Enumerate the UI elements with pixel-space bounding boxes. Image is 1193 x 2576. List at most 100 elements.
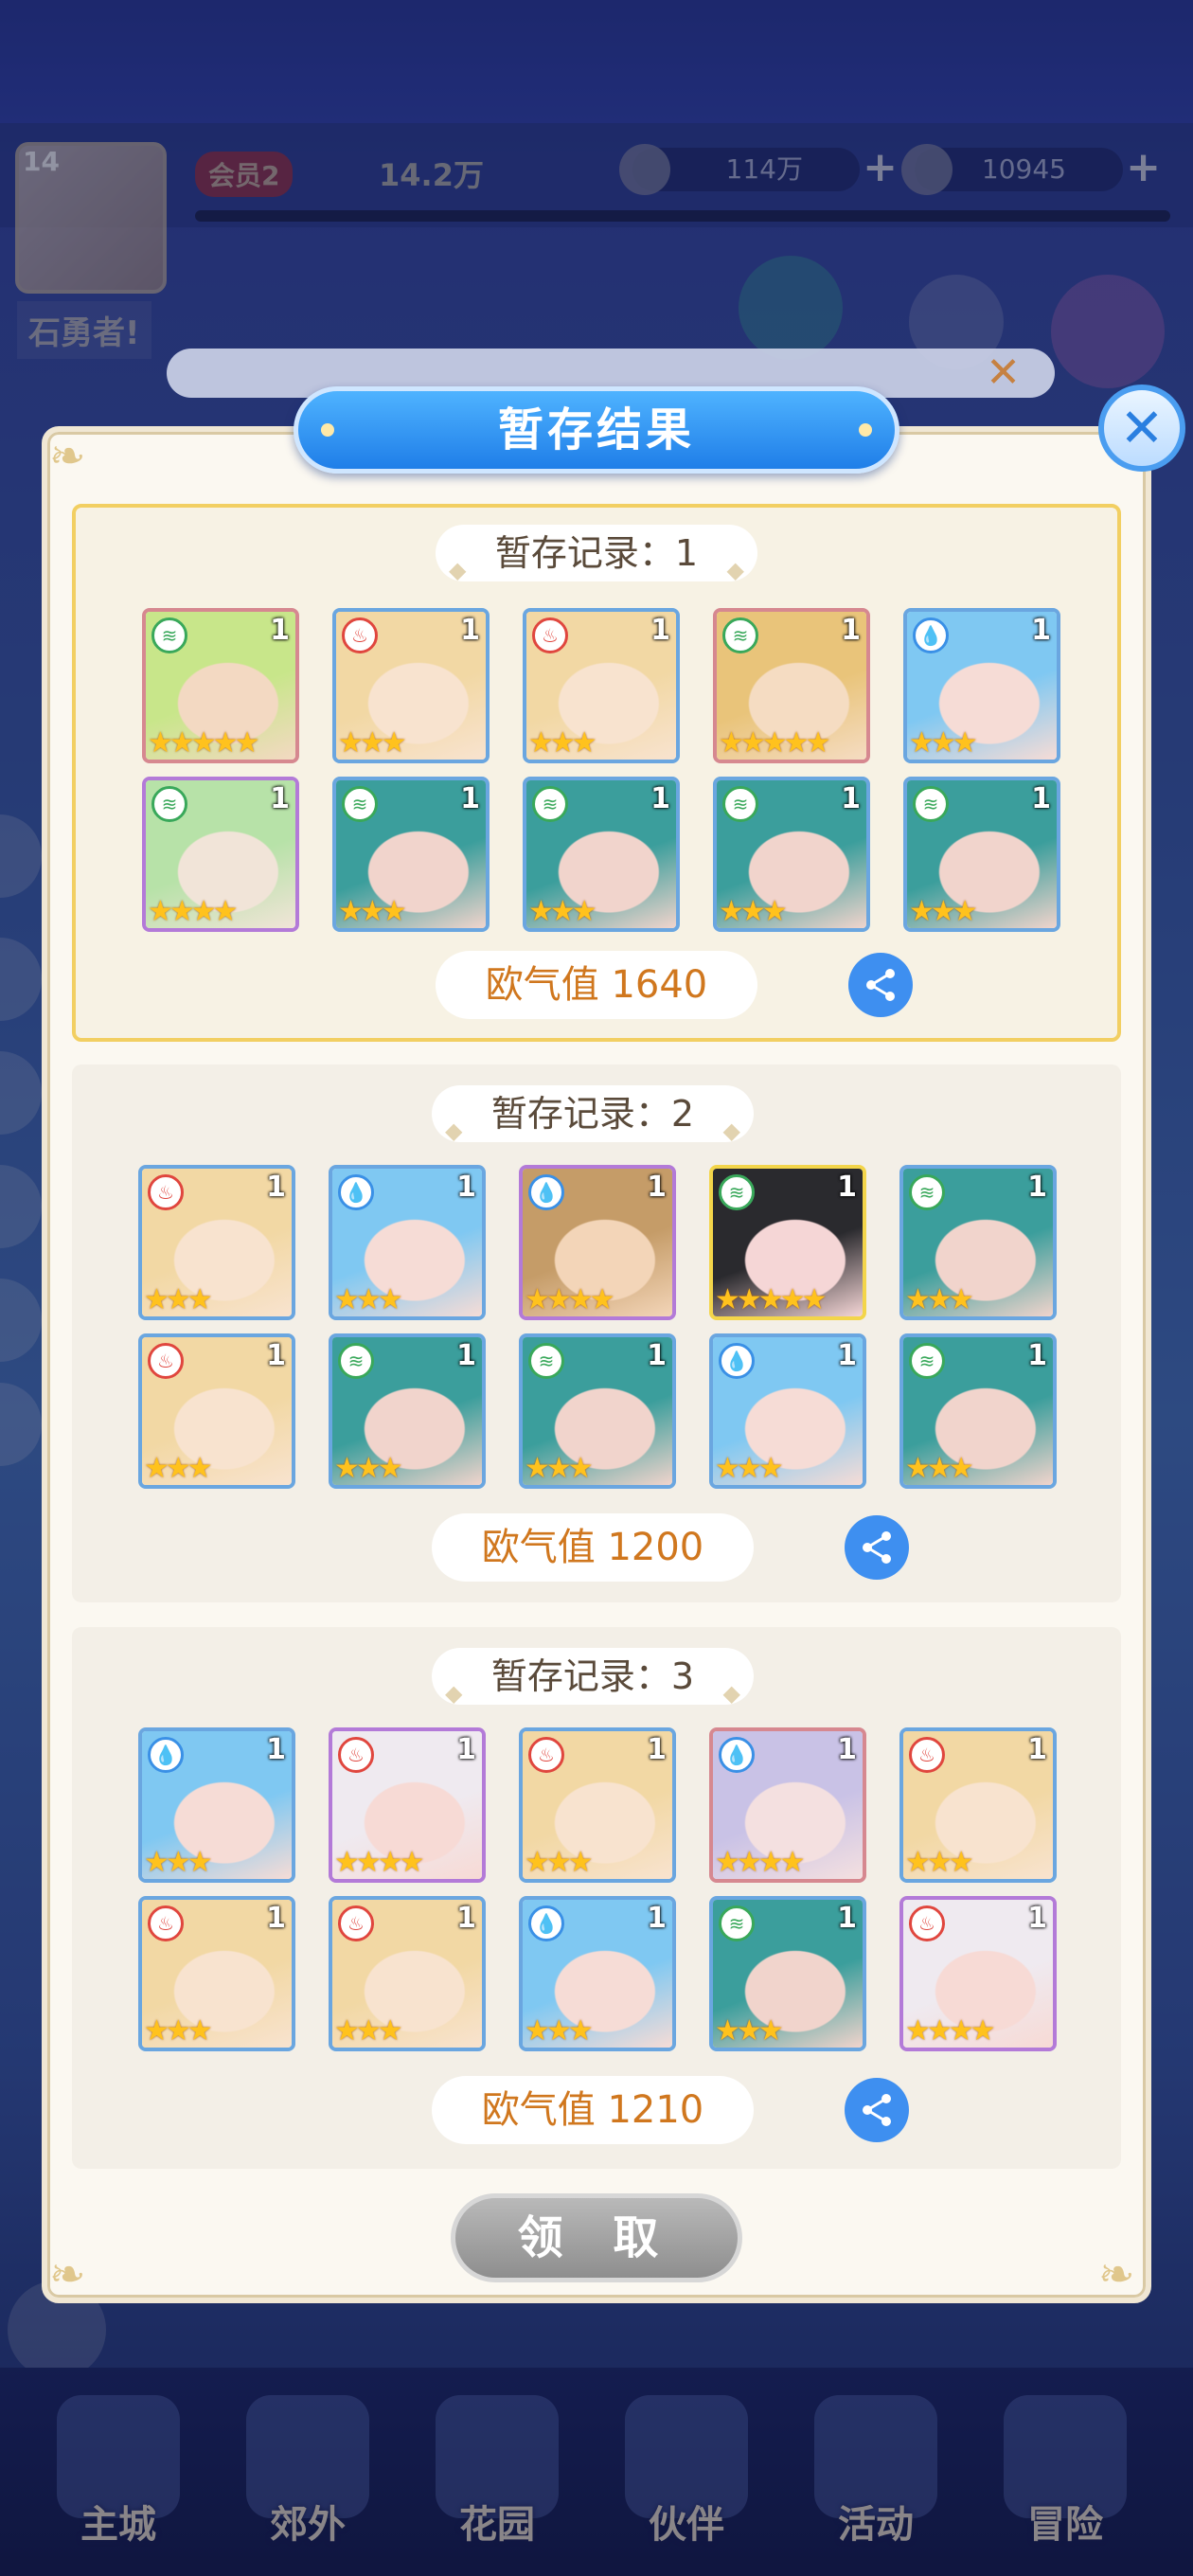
hero-card[interactable]: ≋ 1 ★★★ xyxy=(332,777,490,932)
card-count: 1 xyxy=(1027,1171,1047,1204)
star-rating-icon: ★★★ xyxy=(909,726,978,760)
hero-card[interactable]: ≋ 1 ★★★ xyxy=(329,1333,486,1489)
record-title-text: 暂存记录：3 xyxy=(490,1655,695,1697)
card-count: 1 xyxy=(841,782,861,815)
hero-card[interactable]: ≋ 1 ★★★★ xyxy=(142,777,299,932)
hero-card[interactable]: ≋ 1 ★★★ xyxy=(709,1896,866,2051)
water-element-icon: 💧 xyxy=(528,1905,564,1941)
star-rating-icon: ★★★★ xyxy=(905,2014,996,2048)
hero-card[interactable]: ♨ 1 ★★★ xyxy=(329,1896,486,2051)
hero-card[interactable]: ≋ 1 ★★★ xyxy=(899,1333,1057,1489)
hero-card[interactable]: ♨ 1 ★★★ xyxy=(138,1896,295,2051)
card-count: 1 xyxy=(1027,1339,1047,1372)
share-icon xyxy=(866,969,895,1001)
fire-element-icon: ♨ xyxy=(342,617,378,653)
hero-card[interactable]: ♨ 1 ★★★ xyxy=(332,608,490,763)
hero-card[interactable]: ≋ 1 ★★★ xyxy=(523,777,680,932)
hero-card[interactable]: 💧 1 ★★★★ xyxy=(709,1727,866,1883)
water-element-icon: 💧 xyxy=(719,1343,755,1379)
card-count: 1 xyxy=(1027,1733,1047,1766)
dialog-title-text: 暂存结果 xyxy=(497,403,695,456)
card-count: 1 xyxy=(456,1339,476,1372)
hero-card[interactable]: ♨ 1 ★★★ xyxy=(519,1727,676,1883)
share-button[interactable] xyxy=(848,953,913,1017)
hero-card[interactable]: ≋ 1 ★★★ xyxy=(713,777,870,932)
ribbon-dot-left xyxy=(321,423,334,437)
share-button[interactable] xyxy=(845,1515,909,1580)
wind-element-icon: ≋ xyxy=(342,786,378,822)
ornament-right-icon: ◆ xyxy=(722,1118,740,1144)
wind-element-icon: ≋ xyxy=(719,1174,755,1210)
card-count: 1 xyxy=(647,1171,667,1204)
star-rating-icon: ★★★★ xyxy=(525,1283,615,1316)
fire-element-icon: ♨ xyxy=(338,1737,374,1773)
fire-element-icon: ♨ xyxy=(148,1343,184,1379)
star-rating-icon: ★★★★ xyxy=(715,1846,806,1879)
star-rating-icon: ★★★ xyxy=(905,1283,974,1316)
star-rating-icon: ★★★ xyxy=(525,1452,594,1485)
star-rating-icon: ★★★★★ xyxy=(715,1283,828,1316)
hero-card[interactable]: 💧 1 ★★★ xyxy=(709,1333,866,1489)
water-element-icon: 💧 xyxy=(528,1174,564,1210)
ornament-left-icon: ◆ xyxy=(445,1118,463,1144)
star-rating-icon: ★★★ xyxy=(144,1846,213,1879)
record-title-text: 暂存记录：2 xyxy=(490,1093,695,1135)
hero-card[interactable]: ♨ 1 ★★★★ xyxy=(899,1896,1057,2051)
ribbon-dot-right xyxy=(859,423,872,437)
star-rating-icon: ★★★ xyxy=(144,1283,213,1316)
star-rating-icon: ★★★ xyxy=(334,1283,403,1316)
corner-ornament-tl: ❧ xyxy=(49,430,86,481)
star-rating-icon: ★★★ xyxy=(909,895,978,928)
hero-card[interactable]: ≋ 1 ★★★ xyxy=(903,777,1060,932)
wind-element-icon: ≋ xyxy=(532,786,568,822)
card-count: 1 xyxy=(456,1171,476,1204)
hero-card[interactable]: ♨ 1 ★★★ xyxy=(138,1333,295,1489)
fire-element-icon: ♨ xyxy=(528,1737,564,1773)
hero-card[interactable]: 💧 1 ★★★ xyxy=(903,608,1060,763)
card-count: 1 xyxy=(647,1733,667,1766)
star-rating-icon: ★★★ xyxy=(525,2014,594,2048)
star-rating-icon: ★★★★★ xyxy=(148,726,260,760)
luck-score: 欧气值 1640 xyxy=(436,951,757,1019)
hero-card[interactable]: ♨ 1 ★★★ xyxy=(523,608,680,763)
water-element-icon: 💧 xyxy=(913,617,949,653)
hero-card[interactable]: ≋ 1 ★★★★★ xyxy=(713,608,870,763)
hero-card[interactable]: ♨ 1 ★★★ xyxy=(138,1165,295,1320)
star-rating-icon: ★★★ xyxy=(338,895,407,928)
star-rating-icon: ★★★ xyxy=(528,895,597,928)
claim-button[interactable]: 领 取 xyxy=(451,2193,742,2282)
star-rating-icon: ★★★ xyxy=(715,1452,784,1485)
hero-card[interactable]: 💧 1 ★★★ xyxy=(329,1165,486,1320)
hero-card[interactable]: ≋ 1 ★★★ xyxy=(899,1165,1057,1320)
hero-card[interactable]: ≋ 1 ★★★ xyxy=(519,1333,676,1489)
share-button[interactable] xyxy=(845,2078,909,2142)
notice-close-icon[interactable]: ✕ xyxy=(986,349,1021,398)
hero-card[interactable]: ≋ 1 ★★★★★ xyxy=(142,608,299,763)
card-count: 1 xyxy=(650,782,670,815)
star-rating-icon: ★★★★ xyxy=(334,1846,425,1879)
record-panel-3: ◆ 暂存记录：3 ◆ 💧 1 ★★★ ♨ 1 ★★★★ ♨ 1 ★★★ 💧 1 ★★★★ ♨ 1 ★★★ ♨ 1 ★★★… xyxy=(72,1627,1121,2169)
hero-card[interactable]: ≋ 1 ★★★★★ xyxy=(709,1165,866,1320)
hero-card[interactable]: 💧 1 ★★★★ xyxy=(519,1165,676,1320)
card-count: 1 xyxy=(456,1902,476,1935)
hero-card[interactable]: 💧 1 ★★★ xyxy=(138,1727,295,1883)
star-rating-icon: ★★★ xyxy=(905,1846,974,1879)
star-rating-icon: ★★★★ xyxy=(148,895,239,928)
record-panel-2: ◆ 暂存记录：2 ◆ ♨ 1 ★★★ 💧 1 ★★★ 💧 1 ★★★★ ≋ 1 ★★★★★ ≋ 1 ★★★ ♨ 1 ★★… xyxy=(72,1064,1121,1602)
card-count: 1 xyxy=(1031,782,1051,815)
water-element-icon: 💧 xyxy=(338,1174,374,1210)
card-count: 1 xyxy=(460,614,480,647)
fire-element-icon: ♨ xyxy=(909,1905,945,1941)
hero-card[interactable]: ♨ 1 ★★★ xyxy=(899,1727,1057,1883)
card-count: 1 xyxy=(266,1339,286,1372)
ornament-right-icon: ◆ xyxy=(722,1680,740,1707)
water-element-icon: 💧 xyxy=(719,1737,755,1773)
share-icon xyxy=(863,2094,891,2126)
hero-card[interactable]: 💧 1 ★★★ xyxy=(519,1896,676,2051)
card-count: 1 xyxy=(1027,1902,1047,1935)
close-button[interactable]: ✕ xyxy=(1098,385,1185,472)
wind-element-icon: ≋ xyxy=(909,1343,945,1379)
water-element-icon: 💧 xyxy=(148,1737,184,1773)
hero-card[interactable]: ♨ 1 ★★★★ xyxy=(329,1727,486,1883)
wind-element-icon: ≋ xyxy=(722,617,758,653)
